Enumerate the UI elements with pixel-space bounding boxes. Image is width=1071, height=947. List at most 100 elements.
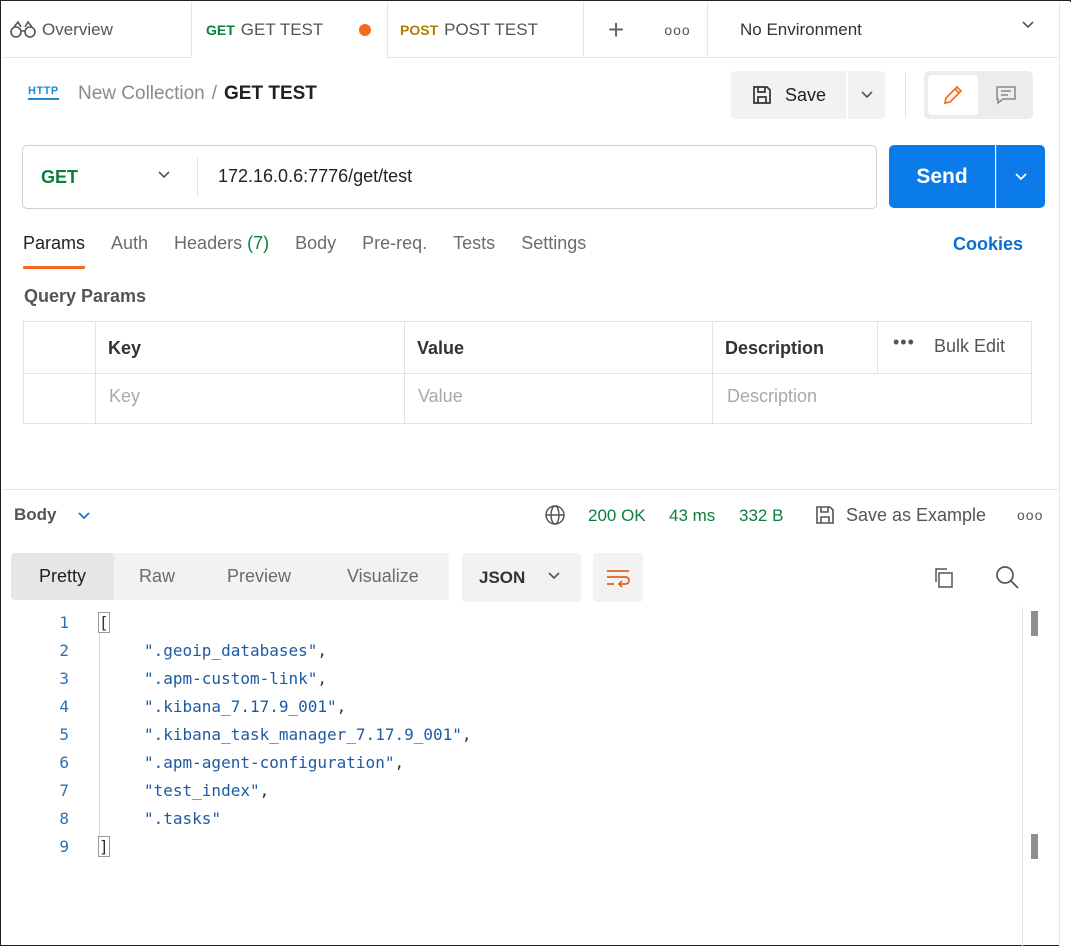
table-column-divider: [877, 322, 878, 373]
breadcrumb: New Collection / GET TEST: [78, 83, 317, 105]
code-line: [: [98, 612, 110, 633]
json-comma: ,: [461, 725, 472, 744]
code-line: ".apm-agent-configuration",: [144, 753, 404, 772]
tab-params[interactable]: Params: [23, 233, 86, 269]
send-options-button[interactable]: [996, 145, 1045, 208]
http-icon: HTTP: [28, 85, 59, 100]
line-number: 7: [59, 781, 69, 800]
save-button[interactable]: Save: [731, 71, 846, 119]
param-description-input[interactable]: Description: [727, 386, 817, 407]
wrap-lines-icon: [607, 569, 630, 588]
headers-count: (7): [247, 233, 270, 253]
save-icon: [816, 506, 834, 524]
response-more-button[interactable]: ooo: [1017, 507, 1043, 523]
globe-icon[interactable]: [544, 504, 566, 526]
code-line: ]: [98, 836, 110, 857]
json-string: ".apm-custom-link": [144, 669, 318, 688]
breadcrumb-request-name[interactable]: GET TEST: [224, 83, 317, 104]
tab-prereq[interactable]: Pre-req.: [362, 233, 427, 269]
param-value-input[interactable]: Value: [418, 386, 463, 407]
tab-overview[interactable]: Overview: [2, 2, 192, 58]
query-params-title: Query Params: [24, 286, 147, 306]
json-string: "test_index": [144, 781, 260, 800]
tab-get-test[interactable]: GET GET TEST: [192, 2, 388, 59]
json-comma: ,: [259, 781, 270, 800]
binoculars-icon: [10, 21, 36, 38]
response-body-title[interactable]: Body: [14, 505, 57, 525]
json-comma: ,: [336, 697, 347, 716]
cookies-link[interactable]: Cookies: [953, 234, 1023, 255]
tab-auth[interactable]: Auth: [111, 233, 148, 269]
bulk-edit-button[interactable]: Bulk Edit: [934, 336, 1005, 357]
column-header-value: Value: [417, 338, 465, 358]
params-more-button[interactable]: •••: [893, 332, 915, 353]
comments-button[interactable]: [982, 75, 1030, 115]
divider: [905, 73, 906, 117]
search-icon[interactable]: [994, 564, 1020, 590]
code-scrollbar-thumb[interactable]: [1031, 611, 1038, 636]
tab-headers[interactable]: Headers (7): [174, 233, 269, 269]
json-string: ".kibana_task_manager_7.17.9_001": [144, 725, 462, 744]
save-label: Save: [785, 84, 827, 105]
unsaved-dot-icon: [359, 24, 371, 36]
wrap-lines-button[interactable]: [593, 553, 643, 602]
json-comma: ,: [317, 641, 328, 660]
tabs-more-button[interactable]: ooo: [648, 2, 708, 57]
code-line: ".kibana_7.17.9_001",: [144, 697, 346, 716]
edit-mode-button[interactable]: [928, 75, 978, 115]
pencil-icon: [943, 85, 963, 105]
tab-settings[interactable]: Settings: [521, 233, 586, 269]
copy-icon[interactable]: [932, 566, 956, 590]
edit-comment-toggle: [924, 71, 1033, 119]
code-divider: [1022, 607, 1023, 947]
view-tab-preview[interactable]: Preview: [227, 553, 291, 600]
breadcrumb-collection[interactable]: New Collection: [78, 83, 205, 104]
breadcrumb-separator: /: [211, 83, 218, 104]
save-options-button[interactable]: [848, 71, 885, 119]
param-key-input[interactable]: Key: [109, 386, 140, 407]
line-number: 6: [59, 753, 69, 772]
method-select-value: GET: [41, 166, 79, 187]
url-bar: GET 172.16.0.6:7776/get/test: [22, 145, 877, 209]
table-row-divider: [24, 373, 1031, 374]
view-tab-raw[interactable]: Raw: [139, 553, 175, 600]
request-header: HTTP New Collection / GET TEST Save: [2, 59, 1059, 131]
code-line: ".apm-custom-link",: [144, 669, 327, 688]
line-number: 1: [59, 613, 69, 632]
method-select[interactable]: GET: [23, 146, 197, 208]
line-number: 9: [59, 837, 69, 856]
status-code[interactable]: 200 OK: [588, 506, 646, 526]
chevron-down-icon: [548, 572, 560, 580]
chevron-down-icon: [860, 91, 873, 99]
tab-method-post: POST: [400, 22, 439, 38]
tab-overview-label: Overview: [42, 20, 113, 39]
save-icon: [753, 86, 771, 104]
response-time[interactable]: 43 ms: [669, 506, 715, 526]
tab-post-test[interactable]: POST POST TEST: [388, 2, 584, 58]
environment-selector[interactable]: No Environment: [708, 2, 1059, 57]
view-tab-visualize[interactable]: Visualize: [347, 553, 419, 600]
url-input[interactable]: 172.16.0.6:7776/get/test: [218, 166, 412, 187]
tab-tests[interactable]: Tests: [453, 233, 495, 269]
response-divider[interactable]: [2, 489, 1059, 490]
tab-headers-label: Headers: [174, 233, 243, 253]
response-size[interactable]: 332 B: [739, 506, 783, 526]
response-view-tabs: Pretty Raw Preview Visualize: [11, 553, 449, 600]
format-select[interactable]: JSON: [462, 553, 581, 602]
request-tabs: Params Auth Headers (7) Body Pre-req. Te…: [23, 233, 612, 273]
tab-get-test-label: GET TEST: [240, 20, 324, 39]
json-comma: ,: [317, 669, 328, 688]
view-tab-pretty[interactable]: Pretty: [11, 553, 114, 600]
window-scrollbar[interactable]: [1059, 2, 1071, 946]
url-divider: [197, 158, 198, 196]
send-button[interactable]: Send: [889, 145, 995, 208]
column-header-key: Key: [108, 338, 142, 358]
code-line: ".geoip_databases",: [144, 641, 327, 660]
save-as-example-button[interactable]: Save as Example: [846, 505, 986, 526]
line-number: 2: [59, 641, 69, 660]
response-code[interactable]: 1 [2 ".geoip_databases", 3 ".apm-custom-link…: [1, 607, 1021, 927]
tab-body[interactable]: Body: [295, 233, 336, 269]
chevron-down-icon[interactable]: [77, 511, 91, 521]
code-scrollbar-thumb[interactable]: [1031, 834, 1038, 859]
new-tab-button[interactable]: +: [584, 2, 648, 57]
